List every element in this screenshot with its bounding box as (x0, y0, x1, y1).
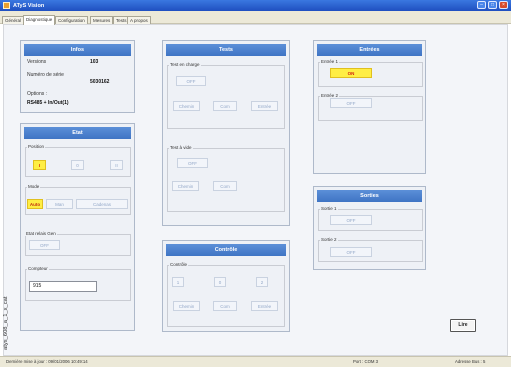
etat-panel: Etat Position I 0 II Mode Auto Man Caden… (20, 123, 135, 331)
controle-group (167, 265, 285, 327)
version-label: Versions (27, 59, 47, 65)
tests-title: Tests (166, 44, 286, 56)
tab-diagnostique[interactable]: Diagnostique (23, 15, 56, 25)
side-caption: atys_608_a_1_x_cat (3, 296, 9, 350)
infos-title: Infos (24, 44, 131, 56)
infos-panel: Infos Versions 103 Numéro de série 50301… (20, 40, 135, 113)
relais-label: Etat relais Gen (25, 231, 57, 236)
controle-panel: Contrôle Contrôle 1 0 2 Chemin Com Entré… (162, 240, 290, 332)
test-en-charge-label: Test en charge (169, 62, 201, 67)
mode-man-button[interactable]: Man (46, 199, 73, 209)
sorties-title: Sorties (317, 190, 422, 202)
test-en-charge-com-button[interactable]: Com (213, 101, 237, 111)
serial-value: 5030162 (90, 79, 110, 85)
close-icon[interactable]: × (499, 1, 508, 9)
minimize-icon[interactable]: – (477, 1, 486, 9)
lire-button[interactable]: Lire (450, 319, 476, 332)
version-value: 103 (90, 59, 99, 65)
app-icon (3, 2, 10, 9)
controle-group-label: Contrôle (169, 262, 189, 267)
options-label: Options : (27, 91, 48, 97)
mode-cadenas-button[interactable]: Cadenas (76, 199, 128, 209)
sortie1-label: Sortie 1 (320, 206, 338, 211)
sortie2-label: Sortie 2 (320, 237, 338, 242)
test-en-charge-chemin-button[interactable]: Chemin (173, 101, 200, 111)
test-a-vide-chemin-button[interactable]: Chemin (172, 181, 199, 191)
test-a-vide-label: Test à vide (169, 145, 193, 150)
controle-entree-button[interactable]: Entrée (251, 301, 278, 311)
controle-0-button[interactable]: 0 (214, 277, 226, 287)
status-bar: Dernière mise à jour : 09/01/2006 10:49:… (0, 356, 511, 367)
compteur-label: Compteur (27, 266, 49, 271)
test-en-charge-entree-button[interactable]: Entrée (251, 101, 278, 111)
tab-a-propos[interactable]: A propos (127, 16, 151, 24)
mode-label: Mode (27, 184, 41, 189)
test-a-vide-com-button[interactable]: Com (213, 181, 237, 191)
test-a-vide-state: OFF (177, 158, 208, 168)
controle-chemin-button[interactable]: Chemin (173, 301, 200, 311)
entrees-title: Entrées (317, 44, 422, 56)
relais-state: OFF (29, 240, 60, 250)
compteur-value: 915 (29, 281, 97, 292)
tab-mesures[interactable]: Mesures (90, 16, 114, 24)
sortie2-state: OFF (330, 247, 372, 257)
options-value: RS485 + In/Out(1) (27, 100, 69, 106)
title-bar: ATyS Vision – □ × (0, 0, 511, 11)
controle-1-button[interactable]: 1 (172, 277, 184, 287)
window-title: ATyS Vision (13, 2, 45, 9)
position-label: Position (27, 144, 46, 149)
position-i-button[interactable]: I (33, 160, 46, 170)
status-bus-address: Adresse Bus : 5 (455, 359, 486, 364)
mode-auto-button[interactable]: Auto (27, 199, 43, 209)
position-0-button[interactable]: 0 (71, 160, 84, 170)
test-en-charge-group (167, 65, 285, 129)
controle-title: Contrôle (166, 244, 286, 256)
entree2-state: OFF (330, 98, 372, 108)
tests-panel: Tests Test en charge OFF Chemin Com Entr… (162, 40, 290, 226)
status-last-update: Dernière mise à jour : 09/01/2006 10:49:… (6, 359, 88, 364)
sortie1-state: OFF (330, 215, 372, 225)
tab-configuration[interactable]: Configuration (55, 16, 88, 24)
controle-2-button[interactable]: 2 (256, 277, 268, 287)
status-port: Port : COM 3 (353, 359, 379, 364)
entree1-label: Entrée 1 (320, 59, 340, 64)
entrees-panel: Entrées Entrée 1 ON Entrée 2 OFF (313, 40, 426, 174)
tab-strip: Général Diagnostique Configuration Mesur… (0, 11, 511, 25)
entree1-state: ON (330, 68, 372, 78)
etat-title: Etat (24, 127, 131, 139)
position-ii-button[interactable]: II (110, 160, 123, 170)
controle-com-button[interactable]: Com (213, 301, 237, 311)
maximize-icon[interactable]: □ (488, 1, 497, 9)
sorties-panel: Sorties Sortie 1 OFF Sortie 2 OFF (313, 186, 426, 270)
test-en-charge-state: OFF (176, 76, 206, 86)
serial-label: Numéro de série (27, 72, 64, 78)
tab-general[interactable]: Général (2, 16, 25, 24)
